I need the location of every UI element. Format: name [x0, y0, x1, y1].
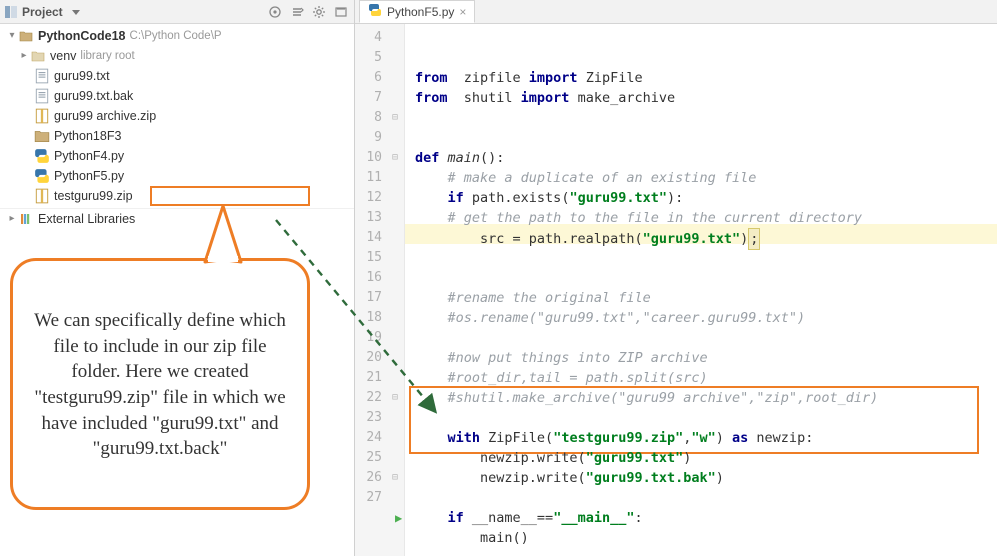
tree-item-label: Python18F3	[54, 126, 121, 146]
code-line[interactable]: #shutil.make_archive("guru99 archive","z…	[415, 388, 997, 408]
editor-tab-filename: PythonF5.py	[387, 5, 454, 19]
project-view-icon	[4, 5, 18, 19]
collapse-all-button[interactable]	[288, 3, 306, 21]
tree-item-guru99-txt[interactable]: guru99.txt	[0, 66, 354, 86]
editor-tabbar: PythonF5.py ×	[355, 0, 997, 24]
tree-root-path: C:\Python Code\P	[130, 26, 222, 46]
tree-item-label: PythonF5.py	[54, 166, 124, 186]
code-line[interactable]	[415, 108, 997, 128]
code-line[interactable]: if path.exists("guru99.txt"):	[415, 188, 997, 208]
txt-file-icon	[34, 68, 50, 84]
tree-external-libraries[interactable]: ▸ External Libraries	[0, 208, 354, 228]
code-line[interactable]	[415, 128, 997, 148]
code-line[interactable]: src = path.realpath("guru99.txt");	[415, 228, 997, 248]
library-icon	[18, 211, 34, 227]
code-line[interactable]: #root_dir,tail = path.split(src)	[415, 368, 997, 388]
tree-item-guru99-archive-zip[interactable]: guru99 archive.zip	[0, 106, 354, 126]
project-panel-header: Project	[0, 0, 354, 24]
dir-file-icon	[34, 128, 50, 144]
code-line[interactable]: newzip.write("guru99.txt")	[415, 448, 997, 468]
tree-item-label: guru99 archive.zip	[54, 106, 156, 126]
code-line[interactable]: # get the path to the file in the curren…	[415, 208, 997, 228]
project-tree[interactable]: ▾ PythonCode18 C:\Python Code\P ▸ venv l…	[0, 24, 354, 228]
code-line[interactable]: #now put things into ZIP archive	[415, 348, 997, 368]
zip-file-icon	[34, 108, 50, 124]
txt-file-icon	[34, 88, 50, 104]
code-line[interactable]	[415, 328, 997, 348]
annotation-text: We can specifically define which file to…	[31, 308, 289, 462]
tree-item-label: testguru99.zip	[54, 186, 133, 206]
tree-item-guru99-txt-bak[interactable]: guru99.txt.bak	[0, 86, 354, 106]
code-line[interactable]: with ZipFile("testguru99.zip","w") as ne…	[415, 428, 997, 448]
code-line[interactable]: def main():	[415, 148, 997, 168]
chevron-down-icon[interactable]: ▾	[6, 26, 18, 46]
project-dropdown-button[interactable]	[67, 3, 85, 21]
annotation-callout: We can specifically define which file to…	[10, 258, 310, 510]
code-line[interactable]: from shutil import make_archive	[415, 88, 997, 108]
editor-tab[interactable]: PythonF5.py ×	[359, 0, 475, 23]
tree-item-label: guru99.txt.bak	[54, 86, 133, 106]
editor-gutter[interactable]: 4567891011121314151617181920212223242526…	[355, 24, 405, 556]
tree-venv-hint: library root	[80, 46, 134, 66]
code-line[interactable]: # make a duplicate of an existing file	[415, 168, 997, 188]
code-line[interactable]	[415, 488, 997, 508]
project-panel: Project ▾ PythonCode18	[0, 0, 355, 556]
settings-button[interactable]	[310, 3, 328, 21]
tree-external-libraries-label: External Libraries	[38, 209, 135, 229]
folder-icon	[18, 28, 34, 44]
editor-code[interactable]: from zipfile import ZipFilefrom shutil i…	[405, 24, 997, 556]
code-line[interactable]	[415, 248, 997, 268]
tree-item-label: guru99.txt	[54, 66, 110, 86]
tree-venv-name: venv	[50, 46, 76, 66]
tree-venv[interactable]: ▸ venv library root	[0, 46, 354, 66]
tree-root[interactable]: ▾ PythonCode18 C:\Python Code\P	[0, 26, 354, 46]
code-line[interactable]: ▶ if __name__=="__main__":	[415, 508, 997, 528]
chevron-right-icon[interactable]: ▸	[18, 46, 30, 66]
zip-file-icon	[34, 188, 50, 204]
code-line[interactable]: newzip.write("guru99.txt.bak")	[415, 468, 997, 488]
locate-button[interactable]	[266, 3, 284, 21]
code-line[interactable]: main()	[415, 528, 997, 548]
hide-panel-button[interactable]	[332, 3, 350, 21]
code-line[interactable]: from zipfile import ZipFile	[415, 68, 997, 88]
code-line[interactable]	[415, 408, 997, 428]
code-editor: PythonF5.py × 45678910111213141516171819…	[355, 0, 997, 556]
tree-item-testguru99-zip[interactable]: testguru99.zip	[0, 186, 354, 206]
run-marker-icon[interactable]: ▶	[395, 508, 402, 528]
py-file-icon	[34, 148, 50, 164]
close-icon[interactable]: ×	[459, 5, 466, 19]
tree-item-pythonf4-py[interactable]: PythonF4.py	[0, 146, 354, 166]
tree-root-name: PythonCode18	[38, 26, 126, 46]
tree-item-pythonf5-py[interactable]: PythonF5.py	[0, 166, 354, 186]
gear-icon	[312, 5, 326, 19]
py-file-icon	[34, 168, 50, 184]
code-line[interactable]: #rename the original file	[415, 288, 997, 308]
chevron-right-icon[interactable]: ▸	[6, 209, 18, 229]
tree-item-label: PythonF4.py	[54, 146, 124, 166]
folder-icon	[30, 48, 46, 64]
tree-item-python18f3[interactable]: Python18F3	[0, 126, 354, 146]
project-panel-title: Project	[22, 5, 63, 19]
code-line[interactable]	[415, 268, 997, 288]
code-line[interactable]: #os.rename("guru99.txt","career.guru99.t…	[415, 308, 997, 328]
python-file-icon	[368, 3, 382, 20]
